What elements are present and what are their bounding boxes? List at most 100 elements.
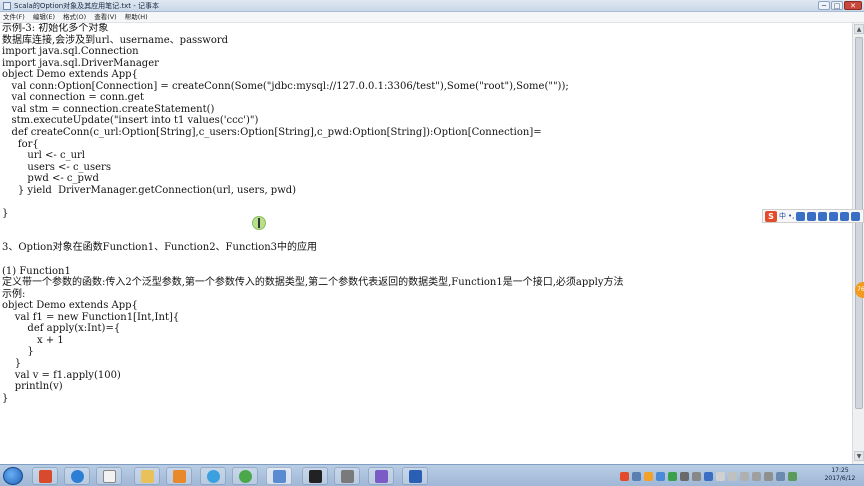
editor-line: 定义带一个参数的函数:传入2个泛型参数,第一个参数传入的数据类型,第二个参数代表… — [2, 277, 624, 289]
menu-file[interactable]: 文件(F) — [3, 12, 25, 22]
sogou-logo-icon[interactable]: S — [765, 210, 777, 222]
editor-line: val stm = connection.createStatement() — [2, 103, 215, 115]
editor-line: import java.sql.DriverManager — [2, 57, 159, 69]
ime-toolbar[interactable]: S 中 •, — [762, 209, 864, 223]
editor-line: val conn:Option[Connection] = createConn… — [2, 80, 569, 92]
menu-edit[interactable]: 编辑(E) — [33, 12, 55, 22]
flag-icon[interactable] — [740, 471, 749, 481]
taskbar-clock[interactable]: 17:25 2017/6/12 — [818, 467, 862, 483]
vertical-scrollbar[interactable]: ▲ ▼ — [852, 23, 864, 464]
keyboard-icon[interactable] — [818, 211, 828, 221]
tray-icon-9[interactable] — [764, 471, 773, 481]
taskbar-media-player[interactable] — [32, 467, 58, 485]
network-icon — [341, 470, 354, 483]
scroll-thumb[interactable] — [855, 37, 863, 409]
ime-mode-toggle[interactable]: 中 — [779, 211, 786, 222]
editor-line: users <- c_users — [2, 161, 111, 173]
editor-line: } yield DriverManager.getConnection(url,… — [2, 184, 297, 196]
scroll-down-arrow-icon[interactable]: ▼ — [854, 451, 864, 461]
editor-line: stm.executeUpdate("insert into t1 values… — [2, 115, 259, 127]
video-icon — [173, 470, 186, 483]
taskbar-cloud[interactable] — [200, 467, 226, 485]
tray-icon-11[interactable] — [788, 471, 797, 481]
user-icon[interactable] — [829, 211, 839, 221]
editor-line: 示例: — [2, 288, 26, 300]
tray-icon-8[interactable] — [752, 471, 761, 481]
tray-icon-10[interactable] — [776, 471, 785, 481]
microphone-icon[interactable] — [807, 211, 817, 221]
taskbar: 17:25 2017/6/12 — [0, 464, 864, 486]
network-tray-icon[interactable] — [716, 471, 725, 481]
taskbar-network[interactable] — [334, 467, 360, 485]
notepad-icon — [273, 470, 286, 483]
editor-line: for{ — [2, 138, 39, 150]
taskbar-explorer[interactable] — [134, 467, 160, 485]
taskbar-video[interactable] — [166, 467, 192, 485]
editor-line: val connection = conn.get — [2, 92, 144, 104]
menu-bar: 文件(F) 编辑(E) 格式(O) 查看(V) 帮助(H) — [0, 12, 864, 23]
editor-line: println(v) — [2, 381, 63, 393]
window-controls: ─ □ ✕ — [818, 1, 862, 11]
clock-time: 17:25 — [831, 467, 849, 474]
text-cursor-icon — [258, 218, 260, 228]
window-title: Scala的Option对象及其应用笔记.txt - 记事本 — [14, 2, 160, 10]
volume-icon[interactable] — [728, 471, 737, 481]
folder-icon — [141, 470, 154, 483]
editor-line: 3、Option对象在函数Function1、Function2、Functio… — [2, 242, 318, 254]
editor-line: object Demo extends App{ — [2, 300, 138, 312]
text-editor[interactable]: 示例-3: 初始化多个对象 数据库连接,会涉及到url、username、pass… — [0, 23, 852, 464]
cloud-icon — [207, 470, 220, 483]
editor-line: def apply(x:Int)={ — [2, 323, 121, 335]
taskbar-chrome[interactable] — [232, 467, 258, 485]
taskbar-notepad-active[interactable] — [266, 467, 292, 485]
tray-icon-2[interactable] — [644, 471, 653, 481]
taskbar-app-dark[interactable] — [302, 467, 328, 485]
visual-studio-icon — [375, 470, 388, 483]
skin-icon[interactable] — [840, 211, 850, 221]
tray-icon-4[interactable] — [668, 471, 677, 481]
editor-line: } — [2, 207, 9, 219]
editor-line: def createConn(c_url:Option[String],c_us… — [2, 126, 542, 138]
editor-line: val v = f1.apply(100) — [2, 369, 121, 381]
editor-line: pwd <- c_pwd — [2, 173, 99, 185]
scroll-up-arrow-icon[interactable]: ▲ — [854, 24, 864, 34]
editor-line: x + 1 — [2, 334, 64, 346]
taskbar-vs[interactable] — [368, 467, 394, 485]
tray-icon-1[interactable] — [632, 471, 641, 481]
side-float-badge[interactable]: 76 — [855, 282, 864, 298]
editor-line: (1) Function1 — [2, 265, 71, 277]
tray-icon-3[interactable] — [656, 471, 665, 481]
tray-icon-7[interactable] — [704, 471, 713, 481]
editor-line: 数据库连接,会涉及到url、username、password — [2, 34, 229, 46]
media-player-icon — [39, 470, 52, 483]
editor-line: 示例-3: 初始化多个对象 — [2, 23, 109, 34]
word-icon — [409, 470, 422, 483]
minimize-button[interactable]: ─ — [818, 1, 830, 10]
ie-icon — [71, 470, 84, 483]
editor-line: val f1 = new Function1[Int,Int]{ — [2, 311, 180, 323]
maximize-button[interactable]: □ — [831, 1, 843, 10]
editor-line: import java.sql.Connection — [2, 46, 139, 58]
menu-view[interactable]: 查看(V) — [94, 12, 117, 22]
tray-icon-5[interactable] — [680, 471, 689, 481]
document-icon — [103, 470, 116, 483]
clock-date: 2017/6/12 — [824, 475, 856, 482]
app-icon — [309, 470, 322, 483]
taskbar-word[interactable] — [402, 467, 428, 485]
editor-line: } — [2, 357, 22, 369]
menu-help[interactable]: 帮助(H) — [125, 12, 148, 22]
emoji-icon[interactable] — [796, 211, 806, 221]
menu-format[interactable]: 格式(O) — [63, 12, 86, 22]
notepad-icon — [3, 2, 11, 10]
ime-punct-toggle[interactable]: •, — [788, 211, 794, 222]
wrench-icon[interactable] — [851, 211, 861, 221]
editor-line: url <- c_url — [2, 150, 85, 162]
editor-line: object Demo extends App{ — [2, 69, 138, 81]
taskbar-ie[interactable] — [64, 467, 90, 485]
close-button[interactable]: ✕ — [844, 1, 862, 10]
tray-icon-6[interactable] — [692, 471, 701, 481]
ime-tray-icon[interactable] — [620, 471, 629, 481]
taskbar-notepad-file[interactable] — [96, 467, 122, 485]
start-button[interactable] — [3, 467, 23, 485]
title-bar[interactable]: Scala的Option对象及其应用笔记.txt - 记事本 ─ □ ✕ — [0, 0, 864, 12]
